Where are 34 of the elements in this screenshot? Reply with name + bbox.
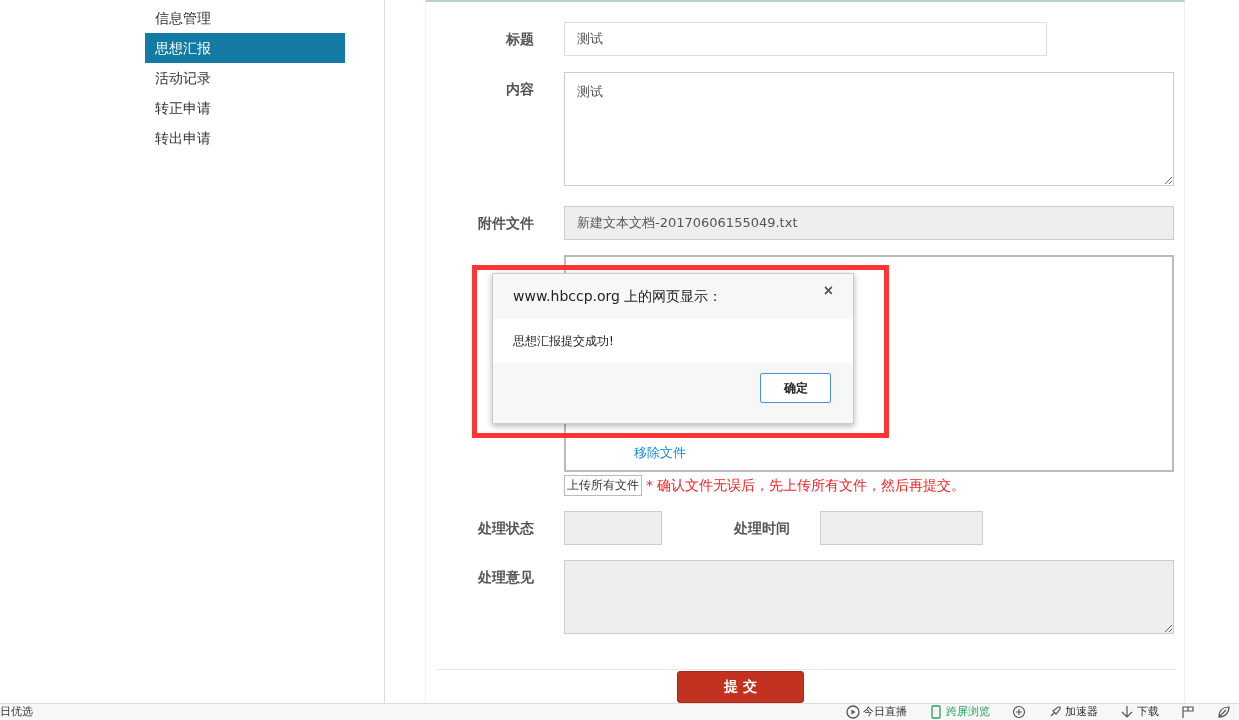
remove-file-link[interactable]: 移除文件 — [634, 444, 686, 462]
field-label: 处理状态 — [477, 519, 534, 538]
field-label: 附件文件 — [477, 214, 534, 233]
rocket-icon[interactable] — [1048, 705, 1062, 719]
status-input[interactable] — [564, 511, 662, 545]
dialog-title: www.hbccp.org 上的网页显示： — [513, 288, 723, 306]
sidebar-item[interactable]: 转出申请 — [145, 123, 345, 153]
sidebar-item[interactable]: 活动记录 — [145, 63, 345, 93]
sidebar-item[interactable]: 转正申请 — [145, 93, 345, 123]
window-icon[interactable] — [1181, 705, 1195, 719]
time-input[interactable] — [820, 511, 983, 545]
plus-circle-icon[interactable] — [1012, 705, 1026, 719]
field-label: 标题 — [505, 30, 534, 49]
title-input[interactable]: 测试 — [564, 22, 1047, 56]
toolbar-link[interactable]: 下载 — [1137, 706, 1159, 718]
field-label: 处理意见 — [477, 568, 534, 587]
sidebar-item[interactable]: 信息管理 — [145, 3, 345, 33]
field-label: 处理时间 — [733, 519, 790, 538]
close-button[interactable]: × — [823, 282, 833, 300]
play-icon[interactable] — [846, 705, 860, 719]
toolbar-link[interactable]: 加速器 — [1065, 706, 1098, 718]
field-label: 内容 — [505, 80, 534, 99]
sidebar-item[interactable]: 思想汇报 — [145, 33, 345, 63]
attachment-input[interactable]: 新建文本文档-20170606155049.txt — [564, 206, 1174, 240]
download-icon[interactable] — [1120, 705, 1134, 719]
status-text: 日优选 — [0, 706, 33, 718]
dialog-message: 思想汇报提交成功! — [512, 333, 615, 350]
ok-button[interactable]: 确定 — [760, 373, 831, 403]
upload-note: * 确认文件无误后，先上传所有文件，然后再提交。 — [646, 476, 966, 495]
content-textarea[interactable]: 测试 — [564, 72, 1174, 186]
toolbar-link[interactable]: 今日直播 — [863, 706, 907, 718]
leaf-icon[interactable] — [1217, 705, 1231, 719]
submit-button[interactable]: 提 交 — [677, 671, 804, 703]
upload-all-button[interactable]: 上传所有文件 — [564, 475, 642, 496]
